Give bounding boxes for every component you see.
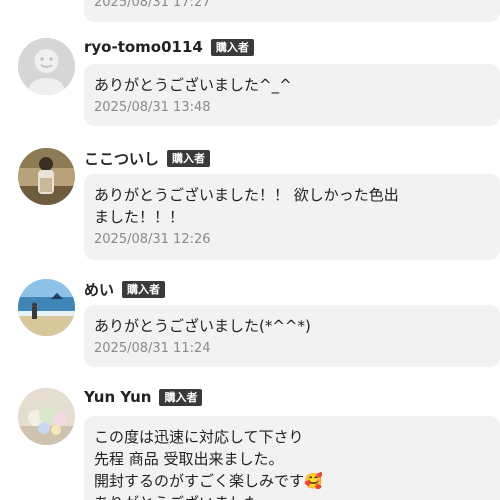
timestamp: 2025/08/31 12:26 xyxy=(94,232,211,247)
buyer-badge: 購入者 xyxy=(159,388,203,406)
user-name[interactable]: ryo-tomo0114 xyxy=(84,38,203,56)
timestamp: 2025/08/31 17:27 xyxy=(94,0,211,10)
message-bubble: ありがとうございました！！ 欲しかった色出 ました！！！ 2025/08/31 … xyxy=(84,174,500,260)
default-avatar[interactable] xyxy=(18,38,75,95)
user-name[interactable]: めい xyxy=(84,279,114,300)
user-name[interactable]: Yun Yun xyxy=(84,388,151,406)
buyer-badge: 購入者 xyxy=(210,38,254,56)
message-bubble: ありがとうございました^_^ 2025/08/31 13:48 xyxy=(84,64,500,126)
buyer-badge: 購入者 xyxy=(122,281,166,298)
message-text: ありがとうございました！！ 欲しかった色出 ました！！！ xyxy=(94,186,399,226)
message-bubble: この度は迅速に対応して下さり 先程 商品 受取出来ました。 開封するのがすごく楽… xyxy=(84,416,500,500)
user-name[interactable]: ここついし xyxy=(84,148,159,169)
beach-photo-avatar[interactable] xyxy=(18,279,75,336)
plush-photo-avatar[interactable] xyxy=(18,388,75,445)
message-text: この度は迅速に対応して下さり 先程 商品 受取出来ました。 開封するのがすごく楽… xyxy=(94,428,323,500)
timestamp: 2025/08/31 13:48 xyxy=(94,100,211,115)
timestamp: 2025/08/31 11:24 xyxy=(94,341,211,356)
buyer-badge: 購入者 xyxy=(167,150,211,167)
message-bubble-partial: 2025/08/31 17:27 xyxy=(84,0,500,22)
message-text: ありがとうございました^_^ xyxy=(94,76,292,94)
message-text: ありがとうございました(*^^*) xyxy=(94,317,311,335)
message-bubble: ありがとうございました(*^^*) 2025/08/31 11:24 xyxy=(84,305,500,367)
photo-avatar[interactable] xyxy=(18,148,75,205)
